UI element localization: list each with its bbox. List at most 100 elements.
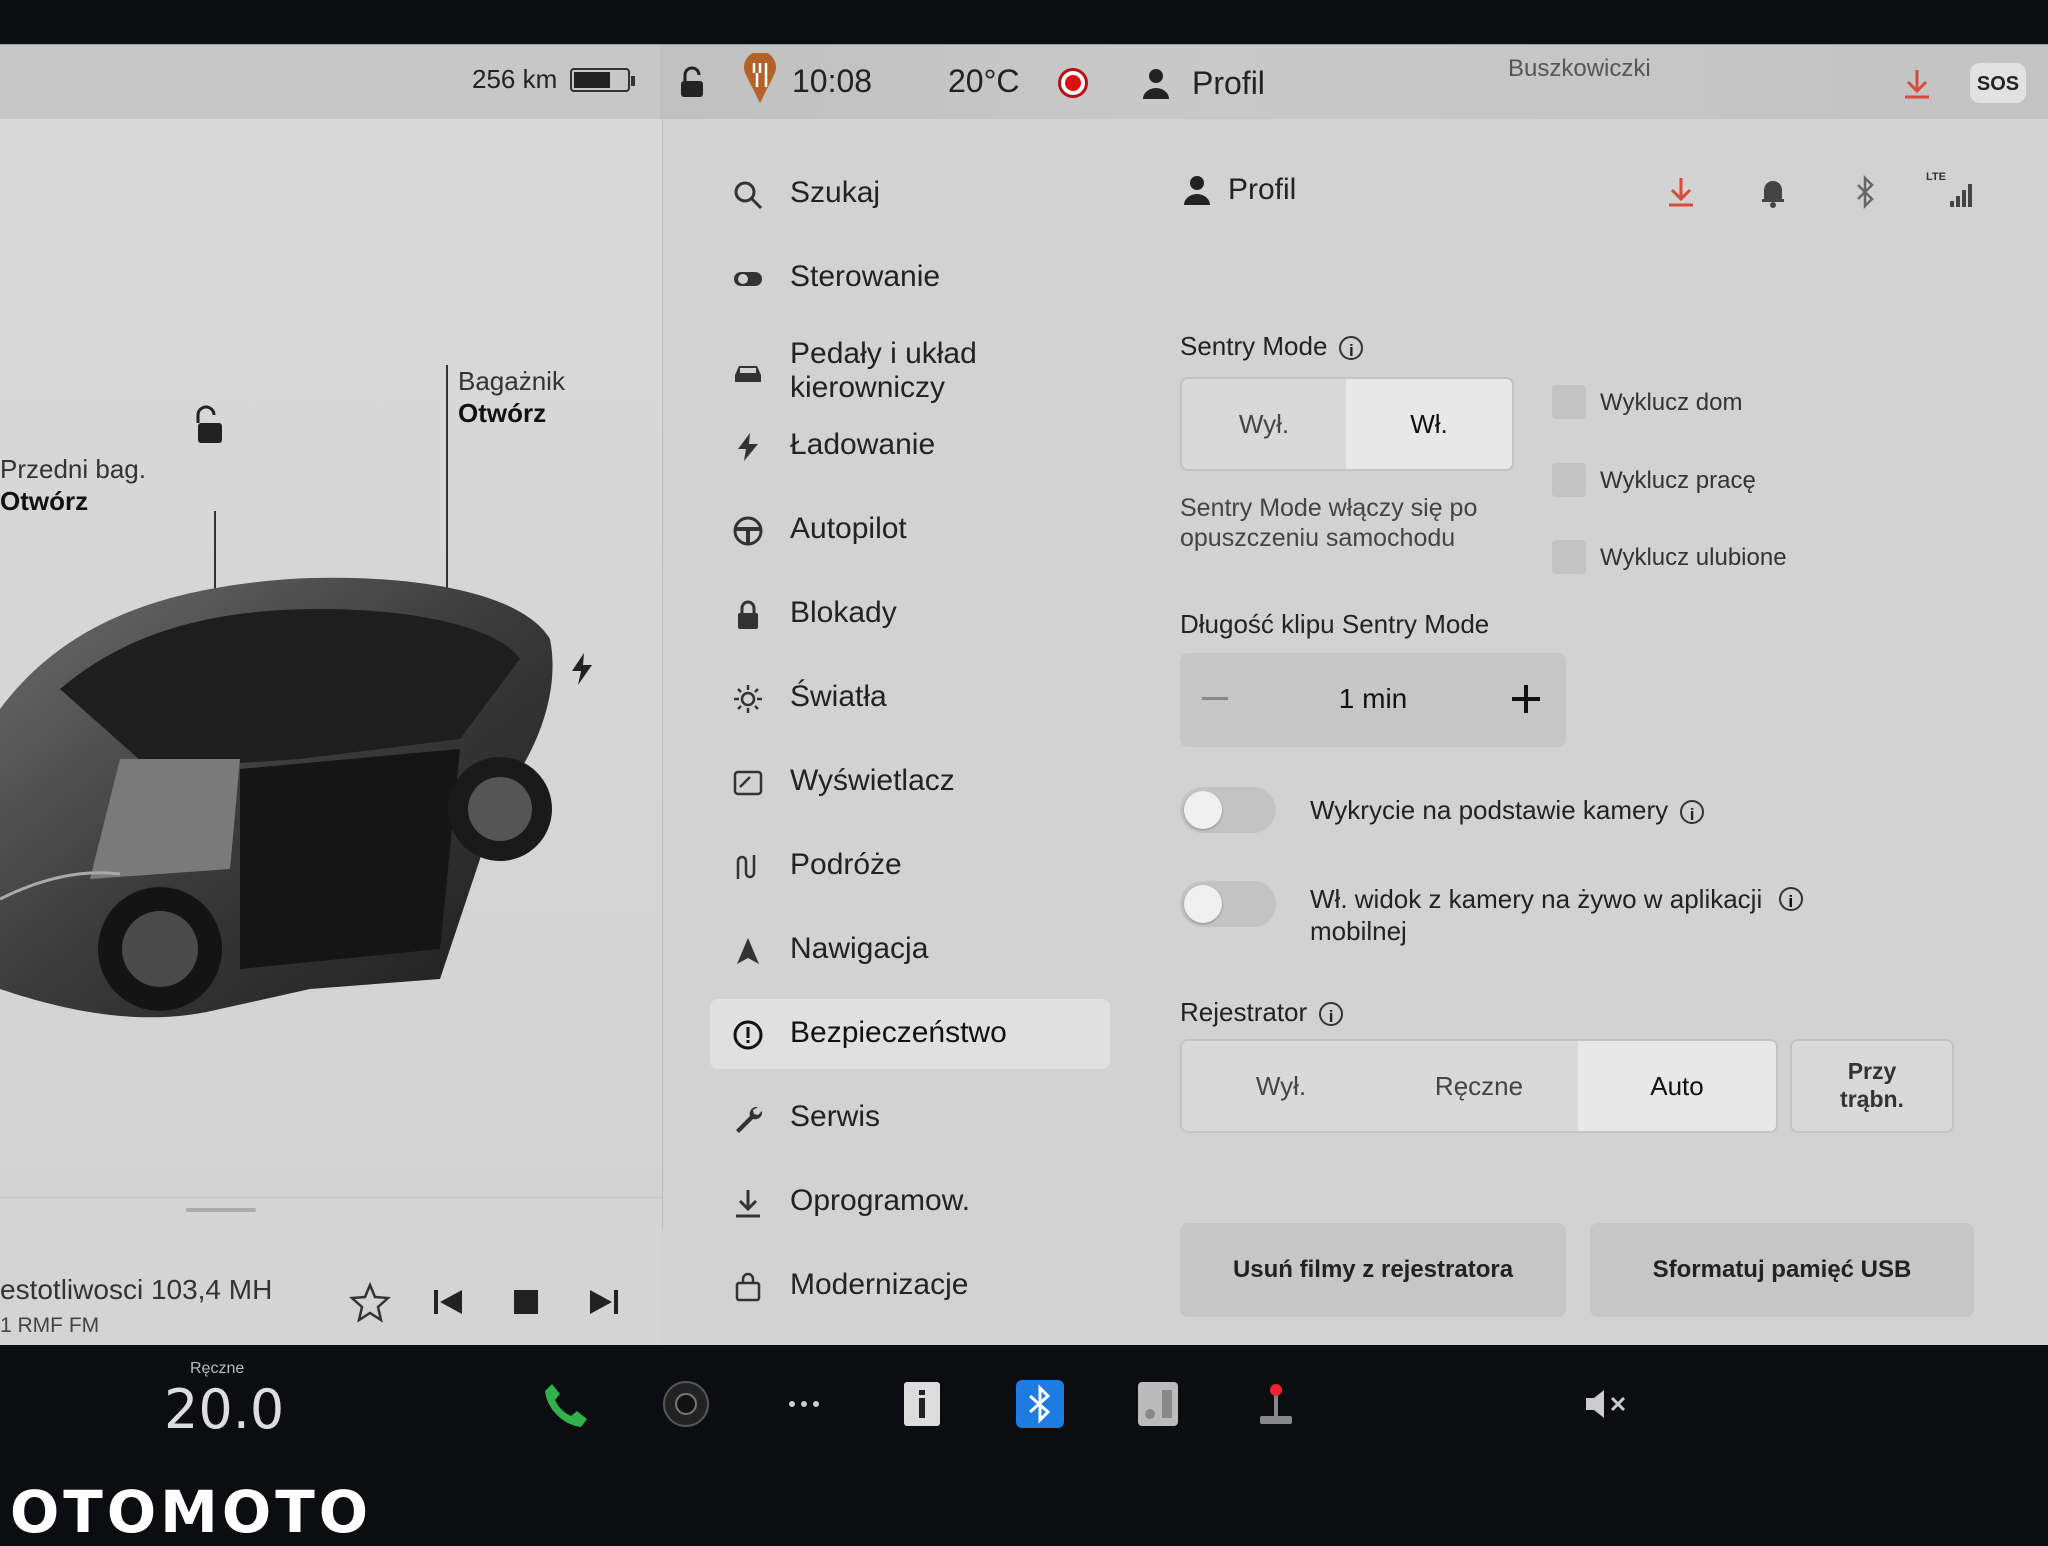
menu-item-wrench[interactable]: Serwis [710, 1083, 1110, 1153]
car-image [0, 577, 553, 1018]
menu-item-navigation[interactable]: Nawigacja [710, 915, 1110, 985]
station-source: 1 RMF FM [0, 1314, 100, 1337]
camera-detection-toggle[interactable] [1180, 787, 1276, 833]
more-apps-icon[interactable] [778, 1378, 830, 1430]
camera-icon[interactable] [660, 1378, 712, 1430]
menu-item-label: Oprogramow. [790, 1184, 971, 1217]
menu-item-sun[interactable]: Światła [710, 663, 1110, 733]
unlocked-icon[interactable] [678, 65, 708, 101]
live-view-toggle[interactable] [1180, 881, 1276, 927]
camera-detection-row: Wykrycie na podstawie kamery i [1310, 795, 1705, 826]
format-usb-button[interactable]: Sformatuj pamięć USB [1590, 1223, 1974, 1317]
bell-icon[interactable] [1758, 175, 1788, 209]
toggle-knob [1184, 885, 1222, 923]
sentry-off-option[interactable]: Wył. [1182, 379, 1346, 469]
menu-item-label: Światła [790, 680, 887, 713]
profile-button[interactable]: Profil [1192, 65, 1265, 102]
download-icon[interactable] [1902, 67, 1932, 101]
media-drag-handle[interactable] [186, 1208, 256, 1212]
front-trunk-label: Przedni bag. [0, 454, 146, 484]
menu-item-bolt[interactable]: Ładowanie [710, 411, 1110, 481]
menu-item-label: Podróże [790, 848, 902, 881]
sun-icon [734, 685, 762, 713]
sentry-mode-title: Sentry Mode [1180, 331, 1328, 361]
open-lock-icon[interactable] [188, 405, 228, 447]
menu-item-lock[interactable]: Blokady [710, 579, 1110, 649]
menu-item-label: Blokady [790, 596, 897, 629]
navigation-icon [737, 938, 759, 964]
clip-increase-button[interactable] [1506, 677, 1546, 721]
menu-item-alert[interactable]: Bezpieczeństwo [710, 999, 1110, 1069]
menu-item-search[interactable]: Szukaj [710, 159, 1110, 229]
menu-item-label: Szukaj [790, 176, 881, 209]
exclude-favorites-checkbox[interactable] [1552, 540, 1586, 574]
camera-detection-info-icon[interactable]: i [1680, 800, 1705, 825]
live-view-info-icon[interactable]: i [1778, 887, 1803, 911]
menu-item-label: Ładowanie [790, 428, 936, 461]
download-icon [736, 1190, 760, 1218]
bluetooth-icon[interactable] [1850, 175, 1880, 209]
clip-length-stepper: 1 min [1180, 653, 1566, 747]
exclude-home-checkbox[interactable] [1552, 385, 1586, 419]
recorder-heading: Rejestrator i [1180, 997, 1344, 1028]
front-trunk-open[interactable]: Otwórz [0, 485, 146, 517]
sentry-on-option[interactable]: Wł. [1346, 379, 1512, 469]
map-place-label: Buszkowiczki [1508, 55, 1651, 82]
phone-icon[interactable] [540, 1378, 592, 1430]
star-icon[interactable] [348, 1280, 392, 1324]
recorder-honk-option-box[interactable]: Przy trąbn. [1790, 1039, 1954, 1133]
recorder-mode-selector: Wył. Ręczne Auto [1180, 1039, 1778, 1133]
car-panel: Przedni bag. Otwórz Bagażnik Otwórz esto… [0, 119, 663, 1345]
manual-info-icon[interactable] [896, 1378, 948, 1430]
dashcam-record-icon[interactable] [1058, 68, 1088, 98]
lte-label: LTE [1926, 171, 1946, 183]
front-trunk-callout[interactable]: Przedni bag. Otwórz [0, 453, 146, 517]
menu-item-display[interactable]: Wyświetlacz [710, 747, 1110, 817]
sos-button[interactable]: SOS [1970, 63, 2026, 103]
live-view-label: Wł. widok z kamery na żywo w aplikacji m… [1310, 884, 1763, 946]
delete-recordings-button[interactable]: Usuń filmy z rejestratora [1180, 1223, 1566, 1317]
outside-temperature: 20°C [948, 63, 1020, 99]
climate-temperature[interactable]: 20.0 [164, 1378, 284, 1441]
bluetooth-app-icon[interactable] [1014, 1378, 1066, 1430]
next-track-icon[interactable] [582, 1280, 626, 1324]
recorder-honk-option[interactable]: Przy trąbn. [1792, 1041, 1952, 1131]
recorder-manual-option[interactable]: Ręczne [1380, 1041, 1578, 1131]
menu-item-label: Bezpieczeństwo [790, 1016, 1007, 1049]
security-panel: Profil LTE Sentry Mode i Wył. Wł. Sentry … [1160, 119, 2020, 1317]
mute-volume-icon[interactable] [1580, 1378, 1632, 1430]
menu-item-label: Autopilot [790, 512, 907, 545]
recorder-auto-option[interactable]: Auto [1578, 1041, 1776, 1131]
previous-track-icon[interactable] [426, 1280, 470, 1324]
calendar-app-icon[interactable] [1132, 1378, 1184, 1430]
person-icon[interactable] [1142, 67, 1170, 99]
exclude-work-checkbox[interactable] [1552, 463, 1586, 497]
toggle-icon [734, 272, 762, 286]
menu-item-steering-wheel[interactable]: Autopilot [710, 495, 1110, 565]
recorder-off-option[interactable]: Wył. [1182, 1041, 1380, 1131]
menu-item-route[interactable]: Podróże [710, 831, 1110, 901]
trunk-callout[interactable]: Bagażnik Otwórz [458, 365, 565, 429]
joystick-app-icon[interactable] [1250, 1378, 1302, 1430]
route-icon [736, 855, 756, 879]
trunk-open[interactable]: Otwórz [458, 397, 565, 429]
stop-icon[interactable] [504, 1280, 548, 1324]
header-download-icon[interactable] [1666, 175, 1696, 209]
menu-item-toggle[interactable]: Sterowanie [710, 243, 1110, 313]
profile-person-icon[interactable] [1184, 175, 1210, 205]
sentry-info-icon[interactable]: i [1339, 336, 1364, 361]
bolt-icon [738, 433, 758, 461]
exclude-favorites-label: Wyklucz ulubione [1600, 544, 1787, 571]
menu-item-download[interactable]: Oprogramow. [710, 1167, 1110, 1237]
menu-item-car[interactable]: Pedały i układ kierowniczy [710, 329, 1110, 413]
menu-item-label: Nawigacja [790, 932, 929, 965]
panel-profile-button[interactable]: Profil [1228, 173, 1296, 207]
restaurant-pin-icon[interactable] [740, 53, 780, 105]
tesla-screen: 256 km 10:08 20°C Profil Buszkowiczki SO… [0, 44, 2048, 1345]
settings-menu: Szukaj Sterowanie Pedały i układ kierownic… [710, 119, 1110, 1302]
recorder-info-icon[interactable]: i [1319, 1002, 1344, 1027]
car-icon [735, 366, 761, 382]
recorder-title: Rejestrator [1180, 997, 1308, 1027]
exclude-home-label: Wyklucz dom [1600, 389, 1743, 416]
menu-item-bag[interactable]: Modernizacje [710, 1251, 1110, 1321]
